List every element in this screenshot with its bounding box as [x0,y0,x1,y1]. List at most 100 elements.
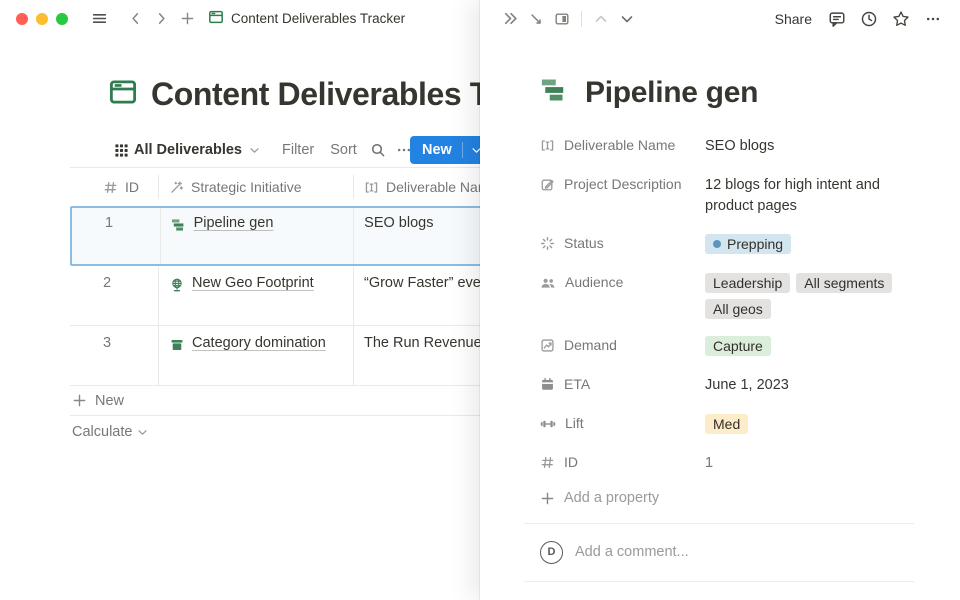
initiative-link[interactable]: New Geo Footprint [192,275,314,291]
new-button-label: New [410,142,462,158]
people-icon [540,274,556,291]
property-row-demand: Demand Capture [540,334,916,358]
add-property-button[interactable]: Add a property [540,490,916,506]
property-label-text: Deliverable Name [564,137,675,153]
close-window-button[interactable] [16,13,28,25]
filter-button[interactable]: Filter [274,142,322,158]
plus-icon [540,491,555,506]
property-label-text: Demand [564,337,617,353]
comment-divider-top [524,523,914,524]
search-icon[interactable] [365,137,391,163]
property-value[interactable]: 1 [705,451,916,475]
history-icon[interactable] [856,6,882,32]
record-title[interactable]: Pipeline gen [585,76,758,110]
status-dot-icon [713,240,721,248]
tab-title[interactable]: Content Deliverables Tracker [208,9,405,28]
property-label[interactable]: ID [540,451,705,475]
sidebar-menu-icon[interactable] [86,6,112,32]
back-icon[interactable] [122,6,148,32]
property-label[interactable]: Demand [540,334,705,358]
property-value[interactable]: SEO blogs [705,134,916,158]
sort-button[interactable]: Sort [322,142,365,158]
minimize-window-button[interactable] [36,13,48,25]
property-value[interactable]: Prepping [705,232,916,256]
cell-id[interactable]: 3 [70,326,158,385]
previous-record-icon[interactable] [588,6,614,32]
more-menu-icon[interactable] [920,6,946,32]
property-value[interactable]: Med [705,412,916,436]
column-header-id[interactable]: ID [70,168,158,206]
calendar-icon [540,376,555,392]
text-cursor-icon [364,180,379,195]
tag-pill[interactable]: Leadership [705,273,790,293]
property-value[interactable]: 12 blogs for high intent and product pag… [705,173,916,217]
status-pill[interactable]: Prepping [705,234,791,254]
new-tab-icon[interactable] [174,6,200,32]
property-label[interactable]: Audience [540,271,705,319]
property-value[interactable]: June 1, 2023 [705,373,916,397]
property-label-text: Status [564,235,604,251]
zoom-window-button[interactable] [56,13,68,25]
property-row-lift: Lift Med [540,412,916,436]
wand-icon [169,180,184,195]
column-header-strategic-initiative[interactable]: Strategic Initiative [158,175,353,199]
share-button[interactable]: Share [769,11,818,27]
toolbar-divider [581,11,582,27]
new-row-label: New [95,393,124,409]
favorite-star-icon[interactable] [888,6,914,32]
property-value[interactable]: Leadership All segments All geos [705,271,916,319]
text-cursor-icon [540,137,555,153]
comment-divider-bottom [524,581,914,582]
globe-icon [169,275,185,293]
status-icon [540,235,555,251]
property-label[interactable]: Status [540,232,705,256]
property-list: Deliverable Name SEO blogs Project Descrip… [540,134,916,475]
comment-row[interactable]: D Add a comment... [540,536,916,568]
side-peek-mode-icon[interactable] [549,6,575,32]
cell-strategic-initiative[interactable]: Pipeline gen [160,208,354,264]
cell-strategic-initiative[interactable]: Category domination [158,326,353,385]
tag-pill[interactable]: All segments [796,273,892,293]
property-label-text: Audience [565,274,623,290]
property-label-text: Lift [565,415,584,431]
property-label[interactable]: Deliverable Name [540,134,705,158]
close-peek-icon[interactable] [497,6,523,32]
view-switcher[interactable]: All Deliverables [134,142,260,158]
cell-id[interactable]: 2 [70,266,158,325]
page-icon[interactable] [108,77,138,112]
select-pill[interactable]: Capture [705,336,771,356]
archive-icon [169,335,185,353]
cell-id[interactable]: 1 [72,208,160,264]
peek-toolbar: Share [480,0,960,37]
comment-input[interactable]: Add a comment... [575,544,689,560]
table-view-icon[interactable] [108,137,134,163]
side-peek-panel: Share Pipeline gen Deliverable Name SEO b… [480,0,960,600]
property-label-text: Project Description [564,176,682,192]
new-button[interactable]: New [410,136,490,164]
property-label-text: ID [564,454,578,470]
add-property-label: Add a property [564,490,659,506]
calculate-label: Calculate [72,424,132,440]
chevron-down-icon [137,427,148,438]
property-label[interactable]: Lift [540,412,705,436]
dumbbell-icon [540,415,556,432]
property-label[interactable]: ETA [540,373,705,397]
property-value[interactable]: Capture [705,334,916,358]
initiative-link[interactable]: Pipeline gen [194,215,274,231]
property-label[interactable]: Project Description [540,173,705,217]
initiative-link[interactable]: Category domination [192,335,326,351]
tag-pill[interactable]: All geos [705,299,771,319]
column-header-label: Strategic Initiative [191,179,302,195]
tab-title-label: Content Deliverables Tracker [231,11,405,26]
record-icon[interactable] [540,75,570,110]
select-pill[interactable]: Med [705,414,748,434]
record-title-row: Pipeline gen [540,75,916,110]
open-full-page-icon[interactable] [523,6,549,32]
cell-strategic-initiative[interactable]: New Geo Footprint [158,266,353,325]
comments-icon[interactable] [824,6,850,32]
page-emoji-icon [208,9,224,28]
forward-icon[interactable] [148,6,174,32]
next-record-icon[interactable] [614,6,640,32]
traffic-lights [16,13,68,25]
property-row-id: ID 1 [540,451,916,475]
